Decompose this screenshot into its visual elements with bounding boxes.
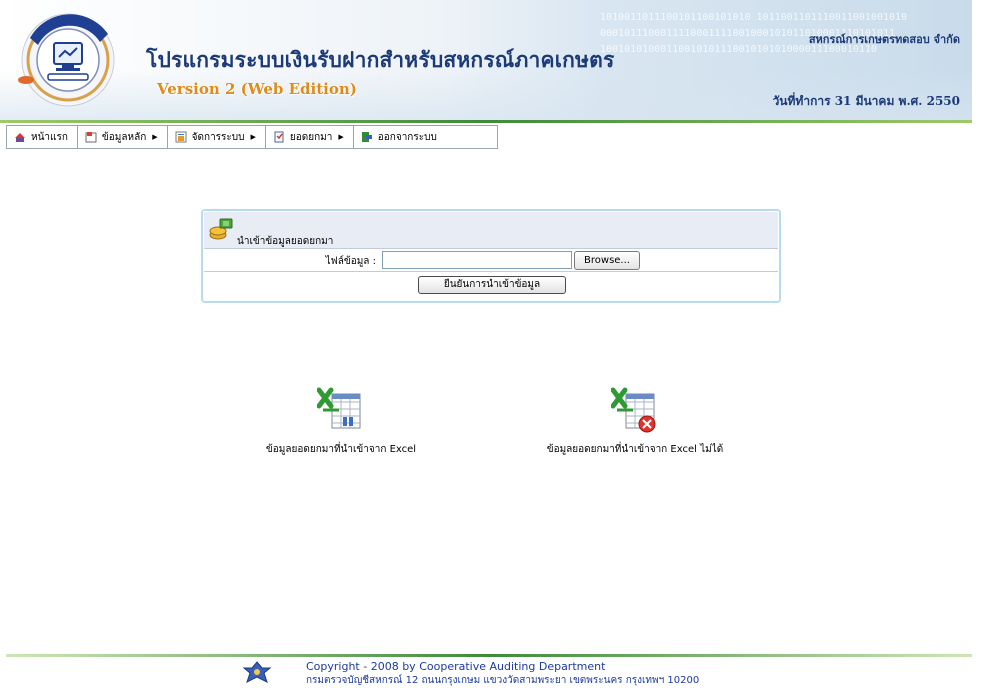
home-icon — [15, 133, 25, 142]
version-label: Version 2 (Web Edition) — [157, 80, 357, 98]
copyright-text: Copyright - 2008 by Cooperative Auditing… — [306, 660, 606, 673]
import-panel: นำเข้าข้อมูลยอดยกมา ไฟล์ข้อมูล : Browse.… — [201, 209, 781, 303]
footer: Copyright - 2008 by Cooperative Auditing… — [242, 658, 762, 686]
import-panel-title: นำเข้าข้อมูลยอดยกมา — [237, 236, 334, 247]
submenu-arrow-icon: ▶ — [338, 133, 344, 141]
main-menu: หน้าแรก ข้อมูลหลัก ▶ จัดการระบบ ▶ ยอดยกม… — [6, 125, 498, 149]
confirm-import-button[interactable]: ยืนยันการนำเข้าข้อมูล — [418, 276, 566, 294]
menu-item-master-data[interactable]: ข้อมูลหลัก ▶ — [78, 126, 168, 148]
exit-icon — [361, 132, 372, 142]
address-text: กรมตรวจบัญชีสหกรณ์ 12 ถนนกรุงเกษม แขวงวั… — [306, 675, 700, 686]
browse-button[interactable]: Browse... — [574, 251, 640, 270]
menu-item-label: ยอดยกมา — [289, 131, 333, 143]
submenu-arrow-icon: ▶ — [250, 133, 256, 141]
working-date: วันที่ทำการ 31 มีนาคม พ.ศ. 2550 — [772, 94, 960, 108]
confirm-row: ยืนยันการนำเข้าข้อมูล — [204, 272, 778, 298]
folder-icon — [85, 132, 97, 143]
app-title: โปรแกรมระบบเงินรับฝากสำหรับสหกรณ์ภาคเกษต… — [146, 48, 615, 72]
excel-sheet-icon — [317, 387, 361, 429]
file-path-input[interactable] — [382, 251, 572, 269]
import-panel-header: นำเข้าข้อมูลยอดยกมา — [204, 212, 778, 249]
menu-item-brought-forward[interactable]: ยอดยกมา ▶ — [266, 126, 354, 148]
menu-item-logout[interactable]: ออกจากระบบ — [354, 126, 446, 148]
file-label: ไฟล์ข้อมูล : — [325, 256, 376, 267]
department-logo-icon — [242, 661, 272, 683]
settings-icon — [175, 131, 187, 143]
document-icon — [274, 131, 284, 143]
cad-logo — [18, 13, 115, 107]
window-scrollbar[interactable] — [972, 0, 984, 684]
imported-excel-label: ข้อมูลยอดยกมาที่นำเข้าจาก Excel — [265, 444, 417, 455]
submenu-arrow-icon: ▶ — [152, 133, 158, 141]
menu-item-label: ข้อมูลหลัก — [101, 131, 147, 143]
menu-item-system-management[interactable]: จัดการระบบ ▶ — [168, 126, 266, 148]
imported-excel-link[interactable]: ข้อมูลยอดยกมาที่นำเข้าจาก Excel — [236, 386, 446, 457]
organization-name: สหกรณ์การเกษตรทดสอบ จำกัด — [808, 33, 960, 46]
menu-item-label: หน้าแรก — [31, 131, 68, 143]
footer-divider — [6, 654, 972, 657]
menu-item-label: จัดการระบบ — [191, 131, 245, 143]
failed-excel-link[interactable]: ข้อมูลยอดยกมาที่นำเข้าจาก Excel ไม่ได้ — [520, 386, 750, 457]
coins-icon — [209, 218, 233, 240]
menu-item-label: ออกจากระบบ — [377, 131, 437, 143]
excel-error-icon — [611, 387, 656, 433]
failed-excel-label: ข้อมูลยอดยกมาที่นำเข้าจาก Excel ไม่ได้ — [546, 444, 724, 455]
file-row: ไฟล์ข้อมูล : Browse... — [204, 249, 778, 272]
menu-item-home[interactable]: หน้าแรก — [7, 126, 78, 148]
app-header: 1010011011100101100101010 10110011011100… — [0, 0, 972, 120]
header-divider — [0, 120, 972, 123]
